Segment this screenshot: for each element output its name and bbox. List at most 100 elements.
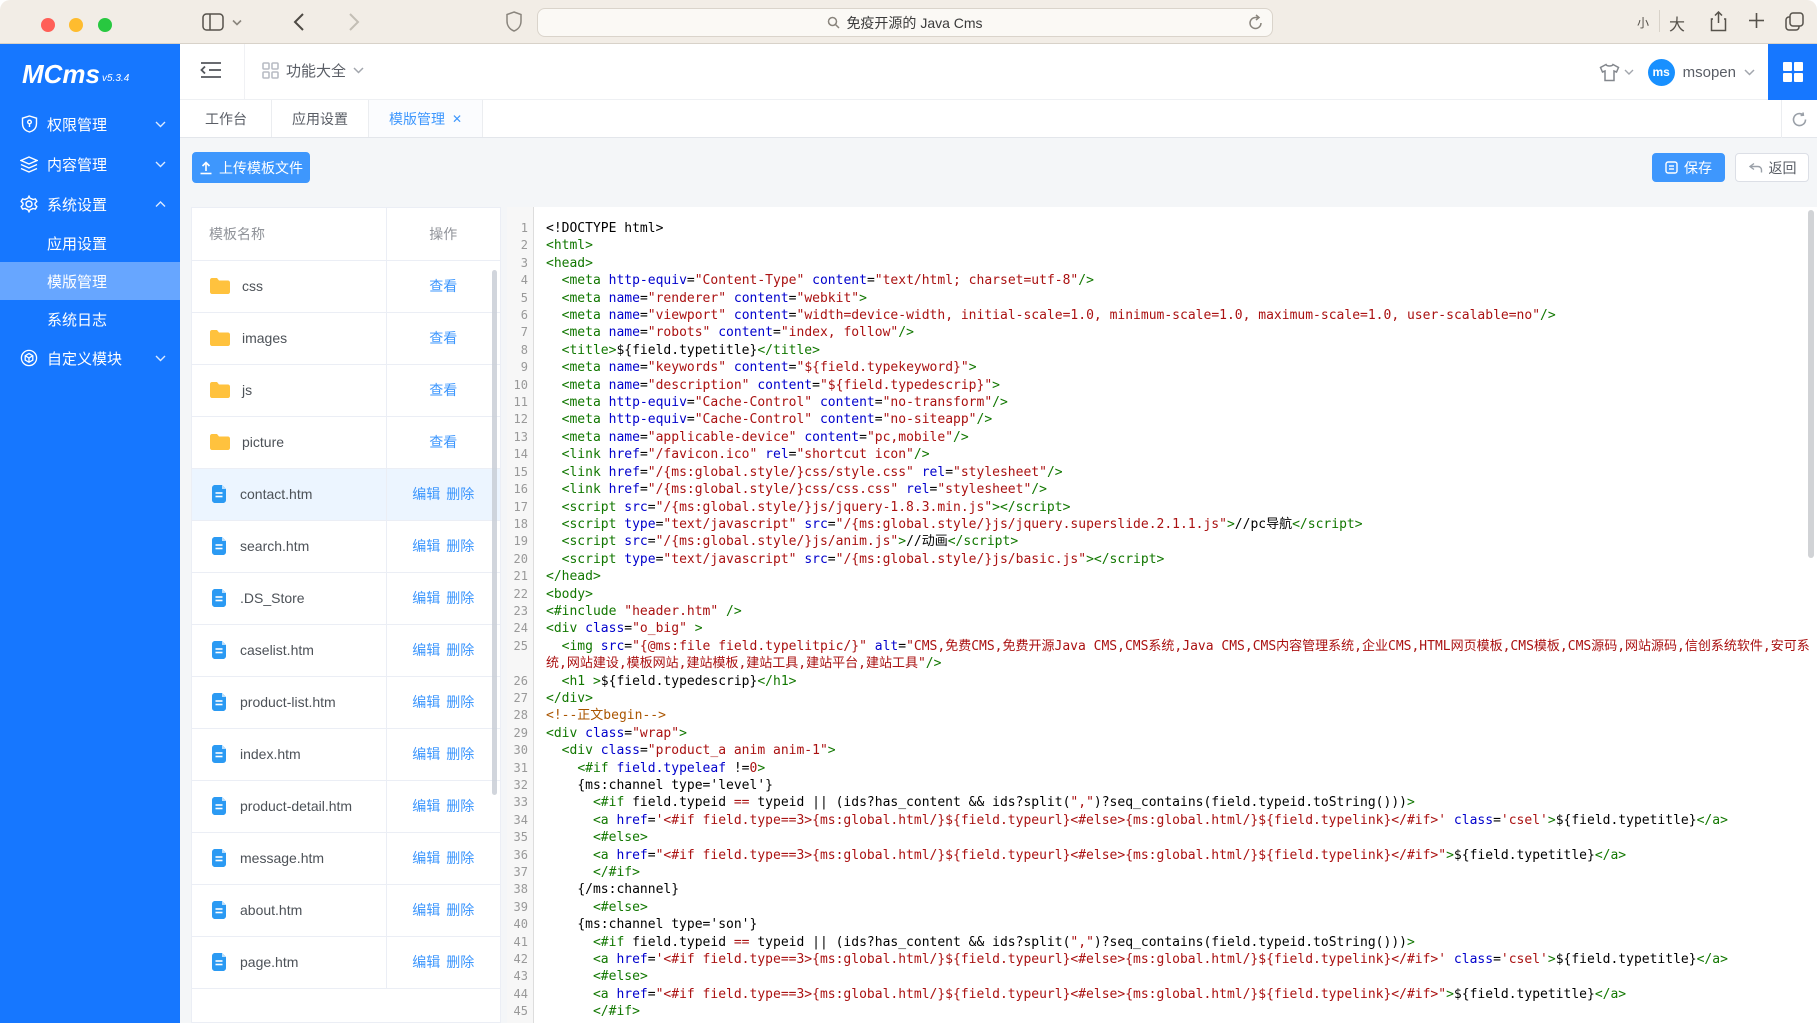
- window-zoom-button[interactable]: [98, 18, 112, 32]
- reload-icon[interactable]: [1248, 14, 1263, 31]
- browser-sidebar-toggle-icon[interactable]: [202, 13, 224, 31]
- tab-0[interactable]: 工作台: [180, 100, 272, 137]
- chevron-down-icon: [353, 67, 364, 74]
- delete-link[interactable]: 删除: [446, 850, 474, 866]
- tab-2[interactable]: 模版管理✕: [369, 100, 483, 137]
- folder-icon: [209, 433, 231, 451]
- line-number: 5: [507, 290, 534, 307]
- code-text: <meta http-equiv="Content-Type" content=…: [534, 272, 1811, 289]
- row-actions: 编辑删除: [386, 780, 500, 832]
- view-link[interactable]: 查看: [429, 382, 457, 398]
- edit-link[interactable]: 编辑: [412, 954, 440, 970]
- save-button[interactable]: 保存: [1652, 153, 1725, 182]
- sidebar-item-2[interactable]: 系统设置: [0, 184, 180, 224]
- view-link[interactable]: 查看: [429, 278, 457, 294]
- view-link[interactable]: 查看: [429, 434, 457, 450]
- table-row-about.htm[interactable]: about.htm编辑删除: [192, 884, 500, 936]
- chevron-down-icon: [1624, 69, 1634, 75]
- code-text: <div class="o_big" >: [534, 620, 1811, 637]
- delete-link[interactable]: 删除: [446, 486, 474, 502]
- function-menu[interactable]: 功能大全: [262, 60, 364, 81]
- user-menu[interactable]: ms msopen: [1648, 59, 1755, 86]
- code-text: <link href="/favicon.ico" rel="shortcut …: [534, 446, 1811, 463]
- new-tab-icon[interactable]: [1748, 12, 1765, 29]
- edit-link[interactable]: 编辑: [412, 694, 440, 710]
- divider: [244, 44, 245, 99]
- table-row-caselist.htm[interactable]: caselist.htm编辑删除: [192, 624, 500, 676]
- sidebar-item-3[interactable]: 自定义模块: [0, 338, 180, 378]
- window-close-button[interactable]: [41, 18, 55, 32]
- text-larger-button[interactable]: 大: [1669, 11, 1685, 35]
- table-row-product-list.htm[interactable]: product-list.htm编辑删除: [192, 676, 500, 728]
- window-minimize-button[interactable]: [69, 18, 83, 32]
- file-name: page.htm: [240, 954, 298, 971]
- edit-link[interactable]: 编辑: [412, 746, 440, 762]
- sidebar-item-1[interactable]: 内容管理: [0, 144, 180, 184]
- code-text: <head>: [534, 255, 1811, 272]
- table-row-product-detail.htm[interactable]: product-detail.htm编辑删除: [192, 780, 500, 832]
- view-link[interactable]: 查看: [429, 330, 457, 346]
- edit-link[interactable]: 编辑: [412, 798, 440, 814]
- table-row-search.htm[interactable]: search.htm编辑删除: [192, 520, 500, 572]
- delete-link[interactable]: 删除: [446, 798, 474, 814]
- code-text: <script src="/{ms:global.style/}js/anim.…: [534, 533, 1811, 550]
- menu-fold-icon[interactable]: [200, 60, 222, 85]
- code-line-12: 12 <meta http-equiv="Cache-Control" cont…: [507, 411, 1811, 428]
- delete-link[interactable]: 删除: [446, 902, 474, 918]
- text-smaller-button[interactable]: 小: [1637, 14, 1649, 31]
- tab-1[interactable]: 应用设置: [272, 100, 369, 137]
- upload-template-button[interactable]: 上传模板文件: [192, 152, 310, 183]
- share-icon[interactable]: [1710, 11, 1727, 32]
- sidebar-subitem-2-2[interactable]: 系统日志: [0, 300, 180, 338]
- privacy-shield-icon[interactable]: [506, 11, 522, 32]
- delete-link[interactable]: 删除: [446, 746, 474, 762]
- tab-overview-icon[interactable]: [1785, 12, 1804, 31]
- edit-link[interactable]: 编辑: [412, 590, 440, 606]
- edit-link[interactable]: 编辑: [412, 850, 440, 866]
- table-row-contact.htm[interactable]: contact.htm编辑删除: [192, 468, 500, 520]
- delete-link[interactable]: 删除: [446, 642, 474, 658]
- theme-switcher[interactable]: [1599, 63, 1634, 82]
- table-row-js[interactable]: js查看: [192, 364, 500, 416]
- sidebar-item-0[interactable]: 权限管理: [0, 104, 180, 144]
- back-button[interactable]: [293, 12, 305, 32]
- code-line-19: 19 <script src="/{ms:global.style/}js/an…: [507, 533, 1811, 550]
- edit-link[interactable]: 编辑: [412, 642, 440, 658]
- edit-link[interactable]: 编辑: [412, 486, 440, 502]
- delete-link[interactable]: 删除: [446, 694, 474, 710]
- sidebar-chevron-icon[interactable]: [232, 19, 242, 26]
- delete-link[interactable]: 删除: [446, 954, 474, 970]
- tab-refresh-button[interactable]: [1781, 100, 1817, 138]
- apps-launcher-button[interactable]: [1768, 44, 1817, 100]
- forward-button[interactable]: [348, 12, 360, 32]
- table-row-page.htm[interactable]: page.htm 编辑删除: [192, 936, 500, 988]
- line-number: 10: [507, 377, 534, 394]
- code-editor[interactable]: 1<!DOCTYPE html>2<html>3<head>4 <meta ht…: [507, 207, 1817, 1023]
- tab-close-icon[interactable]: ✕: [452, 112, 462, 126]
- delete-link[interactable]: 删除: [446, 590, 474, 606]
- row-actions: 查看: [386, 312, 500, 364]
- table-row-images[interactable]: images查看: [192, 312, 500, 364]
- sidebar-subitem-2-0[interactable]: 应用设置: [0, 224, 180, 262]
- editor-scrollbar[interactable]: [1808, 210, 1814, 558]
- file-icon: [209, 796, 229, 816]
- file-icon: [209, 744, 229, 764]
- sidebar-subitem-2-1[interactable]: 模版管理: [0, 262, 180, 300]
- row-actions: 查看: [386, 364, 500, 416]
- table-row-index.htm[interactable]: index.htm编辑删除: [192, 728, 500, 780]
- file-icon: [209, 484, 229, 504]
- address-bar[interactable]: 免疫开源的 Java Cms: [537, 8, 1273, 37]
- table-row-picture[interactable]: picture查看: [192, 416, 500, 468]
- table-row-css[interactable]: css查看: [192, 260, 500, 312]
- edit-link[interactable]: 编辑: [412, 902, 440, 918]
- table-row-.DS_Store[interactable]: .DS_Store编辑删除: [192, 572, 500, 624]
- app-logo[interactable]: MCms v5.3.4: [0, 44, 180, 104]
- code-line-14: 14 <link href="/favicon.ico" rel="shortc…: [507, 446, 1811, 463]
- code-line-5: 5 <meta name="renderer" content="webkit"…: [507, 290, 1811, 307]
- file-panel-scrollbar[interactable]: [492, 270, 497, 795]
- edit-link[interactable]: 编辑: [412, 538, 440, 554]
- line-number: 34: [507, 812, 534, 829]
- back-button[interactable]: 返回: [1735, 153, 1809, 182]
- delete-link[interactable]: 删除: [446, 538, 474, 554]
- table-row-message.htm[interactable]: message.htm编辑删除: [192, 832, 500, 884]
